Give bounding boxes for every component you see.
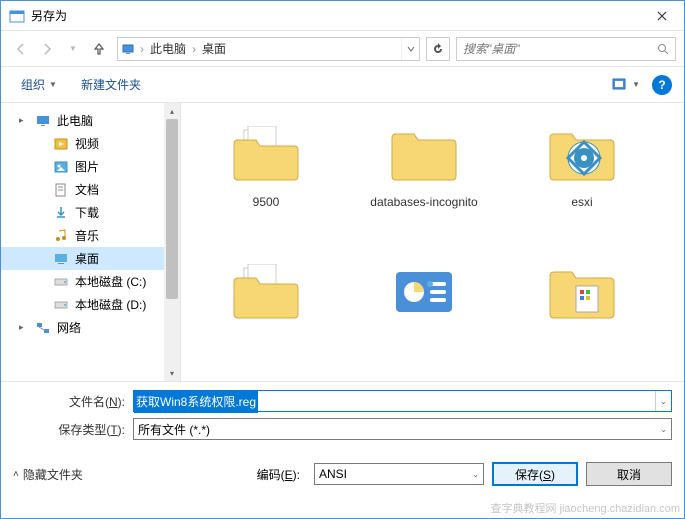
pictures-icon [53, 159, 69, 175]
tree-item-downloads[interactable]: 下载 [1, 201, 180, 224]
tree-item-label: 桌面 [75, 250, 99, 267]
tree-item-music[interactable]: 音乐 [1, 224, 180, 247]
scroll-thumb[interactable] [166, 119, 178, 299]
tree-item-label: 下载 [75, 204, 99, 221]
desktop-icon [53, 251, 69, 267]
cancel-button[interactable]: 取消 [586, 462, 672, 486]
folder-icon [226, 119, 306, 189]
tree-item-video[interactable]: 视频 [1, 132, 180, 155]
tree-item-disk[interactable]: 本地磁盘 (D:) [1, 293, 180, 316]
filetype-value: 所有文件 (*.*) [138, 421, 210, 438]
organize-button[interactable]: 组织 ▼ [13, 72, 65, 97]
nav-back-button[interactable] [9, 37, 33, 61]
disk-icon [53, 297, 69, 313]
disk-icon [53, 274, 69, 290]
watermark: 查字典教程网 jiaocheng.chazidian.com [490, 500, 680, 516]
file-label: esxi [571, 195, 592, 211]
chevron-down-icon: ▼ [49, 80, 57, 89]
chevron-down-icon: ⌄ [660, 425, 667, 434]
tree-item-label: 视频 [75, 135, 99, 152]
encoding-label: 编码(E): [257, 466, 306, 483]
documents-icon [53, 182, 69, 198]
encoding-select[interactable]: ANSI ⌄ [314, 463, 484, 485]
tree-item-label: 图片 [75, 158, 99, 175]
filename-dropdown[interactable]: ⌄ [655, 391, 671, 411]
tree-item-label: 文档 [75, 181, 99, 198]
nav-forward-button[interactable] [35, 37, 59, 61]
folder-icon [226, 257, 306, 327]
file-item[interactable]: databases-incognito [349, 113, 499, 243]
video-icon [53, 136, 69, 152]
filename-input[interactable]: 获取Win8系统权限.reg [134, 391, 258, 413]
file-item[interactable] [191, 251, 341, 381]
filetype-label: 保存类型(T): [13, 421, 133, 438]
refresh-button[interactable] [426, 37, 450, 61]
filename-label: 文件名(N): [13, 393, 133, 410]
file-item[interactable]: esxi [507, 113, 657, 243]
file-item[interactable] [507, 251, 657, 381]
new-folder-label: 新建文件夹 [81, 76, 141, 93]
tree-item-disk[interactable]: 本地磁盘 (C:) [1, 270, 180, 293]
file-label: 9500 [253, 195, 280, 211]
tree-item-label: 音乐 [75, 227, 99, 244]
filetype-select[interactable]: 所有文件 (*.*) ⌄ [133, 418, 672, 440]
close-button[interactable] [639, 1, 684, 30]
file-item[interactable]: 9500 [191, 113, 341, 243]
save-button[interactable]: 保存(S) [492, 462, 578, 486]
scroll-up-button[interactable]: ▴ [164, 103, 180, 119]
organize-label: 组织 [21, 76, 45, 93]
expand-icon[interactable]: ▸ [19, 322, 29, 333]
chevron-right-icon: › [138, 42, 146, 56]
file-item[interactable] [349, 251, 499, 381]
expand-icon[interactable]: ▸ [19, 115, 29, 126]
chevron-down-icon: ▼ [632, 80, 640, 89]
music-icon [53, 228, 69, 244]
breadcrumb-current[interactable]: 桌面 [198, 40, 230, 57]
window-title: 另存为 [31, 7, 639, 24]
navigation-tree: ▸此电脑视频图片文档下载音乐桌面本地磁盘 (C:)本地磁盘 (D:)▸网络▴▾ [1, 103, 181, 381]
tree-item-label: 本地磁盘 (D:) [75, 296, 146, 313]
chevron-right-icon: › [190, 42, 198, 56]
tree-item-label: 本地磁盘 (C:) [75, 273, 146, 290]
tree-item-label: 网络 [57, 319, 81, 336]
nav-recent-button[interactable]: ▼ [61, 37, 85, 61]
tree-item-pc[interactable]: ▸ 此电脑 [1, 109, 180, 132]
new-folder-button[interactable]: 新建文件夹 [73, 72, 149, 97]
folder-icon [384, 119, 464, 189]
pc-icon [118, 42, 138, 56]
nav-up-button[interactable] [87, 37, 111, 61]
view-options-button[interactable]: ▼ [608, 76, 644, 94]
encoding-value: ANSI [319, 467, 347, 481]
tree-item-pictures[interactable]: 图片 [1, 155, 180, 178]
tree-item-network[interactable]: ▸ 网络 [1, 316, 180, 339]
chevron-down-icon: ⌄ [472, 470, 479, 479]
chevron-up-icon: ˄ [13, 469, 19, 480]
scroll-down-button[interactable]: ▾ [164, 365, 180, 381]
breadcrumb-root[interactable]: 此电脑 [146, 40, 190, 57]
folder-icon [542, 119, 622, 189]
tree-item-desktop[interactable]: 桌面 [1, 247, 180, 270]
pc-icon [35, 113, 51, 129]
tree-item-label: 此电脑 [57, 112, 93, 129]
search-box[interactable] [456, 37, 676, 61]
help-button[interactable]: ? [652, 75, 672, 95]
file-list[interactable]: 9500 databases-incognito esxi [181, 103, 684, 381]
address-dropdown-button[interactable] [401, 38, 419, 60]
search-icon[interactable] [651, 43, 675, 55]
folder-icon [384, 257, 464, 327]
downloads-icon [53, 205, 69, 221]
tree-item-documents[interactable]: 文档 [1, 178, 180, 201]
search-input[interactable] [457, 42, 651, 56]
hide-folders-toggle[interactable]: ˄ 隐藏文件夹 [13, 466, 83, 483]
file-label: databases-incognito [370, 195, 477, 211]
folder-icon [542, 257, 622, 327]
sidebar-scrollbar[interactable]: ▴▾ [164, 103, 180, 381]
address-bar[interactable]: › 此电脑 › 桌面 [117, 37, 420, 61]
network-icon [35, 320, 51, 336]
hide-folders-label: 隐藏文件夹 [23, 466, 83, 483]
app-icon [9, 8, 25, 24]
